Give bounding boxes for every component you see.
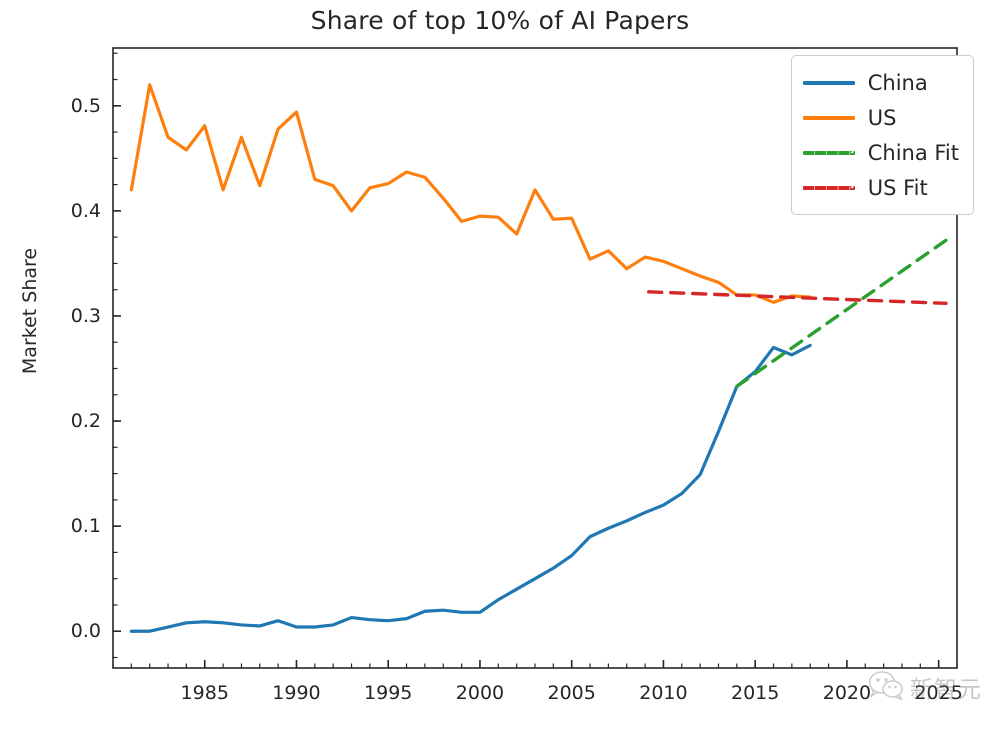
x-tick-2025: 2025 <box>914 682 963 704</box>
legend-label-china: China <box>867 70 928 95</box>
x-tick-1990: 1990 <box>272 682 321 704</box>
legend-swatch-china <box>802 74 855 92</box>
legend-item-china-fit[interactable]: China Fit <box>802 135 959 170</box>
y-tick-0.5: 0.5 <box>70 94 101 117</box>
legend[interactable]: China US China Fit US Fit <box>790 55 974 215</box>
y-tick-0.4: 0.4 <box>70 199 101 222</box>
x-tick-2015: 2015 <box>730 682 780 704</box>
series-us <box>129 83 812 304</box>
x-tick-1995: 1995 <box>364 682 413 704</box>
legend-item-us-fit[interactable]: US Fit <box>802 170 959 205</box>
legend-label-us-fit: US Fit <box>867 175 928 200</box>
figure-canvas: Share of top 10% of AI Papers Market Sha… <box>0 0 1000 732</box>
series-china-fit <box>735 238 948 389</box>
y-tick-0.3: 0.3 <box>70 304 101 327</box>
legend-swatch-us-fit <box>802 179 855 197</box>
y-tick-0.0: 0.0 <box>70 620 101 643</box>
x-tick-1985: 1985 <box>180 682 229 704</box>
x-tick-2005: 2005 <box>547 682 596 704</box>
legend-item-us[interactable]: US <box>802 100 959 135</box>
legend-item-china[interactable]: China <box>802 65 959 100</box>
legend-swatch-us <box>802 109 855 127</box>
series-china <box>129 343 812 633</box>
y-tick-0.2: 0.2 <box>70 410 101 433</box>
x-tick-2000: 2000 <box>455 682 505 704</box>
legend-label-us: US <box>867 105 897 130</box>
legend-label-china-fit: China Fit <box>867 140 959 165</box>
legend-swatch-china-fit <box>802 144 855 162</box>
x-tick-2010: 2010 <box>639 682 688 704</box>
x-tick-2020: 2020 <box>822 682 872 704</box>
y-tick-0.1: 0.1 <box>70 515 101 538</box>
